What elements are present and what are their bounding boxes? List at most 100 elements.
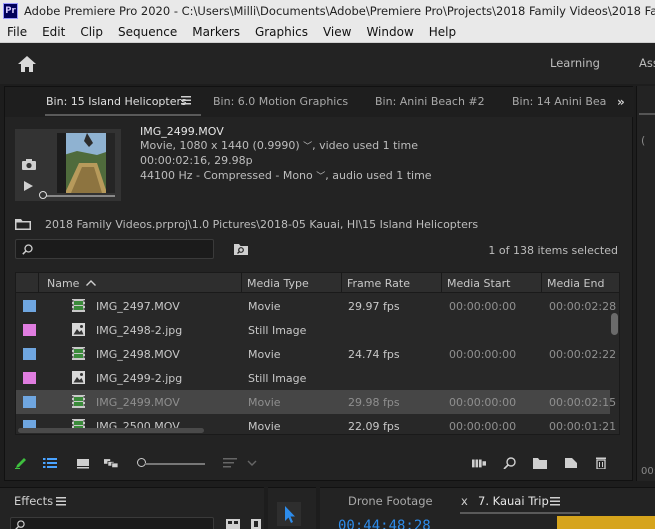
thumbnail-image: [57, 133, 115, 193]
close-tab-icon[interactable]: x: [461, 494, 468, 508]
menu-edit[interactable]: Edit: [35, 25, 73, 39]
media-type-cell: Movie: [248, 420, 281, 433]
menu-window[interactable]: Window: [359, 25, 421, 39]
play-icon[interactable]: [24, 181, 33, 191]
column-separator[interactable]: [441, 273, 442, 293]
panel-menu-icon[interactable]: [56, 497, 66, 506]
panel-menu-icon[interactable]: [181, 96, 191, 105]
tab-kauai-trip[interactable]: 7. Kauai Trip: [478, 494, 549, 508]
column-media-end[interactable]: Media End: [547, 277, 604, 290]
still-image-icon: [72, 323, 85, 336]
workspace-assembly-tab[interactable]: Ass: [639, 56, 655, 70]
menu-view[interactable]: View: [316, 25, 359, 39]
playhead-timecode[interactable]: 00:44:48:28: [338, 518, 431, 529]
label-color-swatch[interactable]: [23, 372, 36, 384]
chevron-down-icon[interactable]: [245, 457, 259, 469]
menu-help[interactable]: Help: [422, 25, 464, 39]
new-bin-icon[interactable]: [533, 457, 547, 469]
bin-search-input[interactable]: [15, 239, 214, 259]
title-bar: Pr Adobe Premiere Pro 2020 - C:\Users\Mi…: [0, 0, 655, 22]
media-start-cell: 00:00:00:00: [449, 300, 517, 313]
column-media-start[interactable]: Media Start: [447, 277, 510, 290]
workspace-learning-tab[interactable]: Learning: [550, 56, 600, 70]
tab-bin-15-island-helicopters[interactable]: Bin: 15 Island Helicopters: [46, 95, 187, 108]
media-end-cell: 00:00:02:15: [549, 396, 617, 409]
new-item-icon[interactable]: [564, 457, 578, 469]
label-color-swatch[interactable]: [23, 324, 36, 336]
column-media-type[interactable]: Media Type: [247, 277, 309, 290]
menu-clip[interactable]: Clip: [73, 25, 111, 39]
freeform-view-icon[interactable]: [104, 457, 118, 469]
home-icon[interactable]: [16, 54, 38, 74]
menu-sequence[interactable]: Sequence: [111, 25, 185, 39]
frame-rate-cell: 24.74 fps: [348, 348, 400, 361]
premiere-app-icon: Pr: [3, 3, 18, 19]
label-color-swatch[interactable]: [23, 348, 36, 360]
find-icon[interactable]: [503, 457, 517, 469]
menu-graphics[interactable]: Graphics: [248, 25, 316, 39]
tab-bin-anini-beach-2[interactable]: Bin: Anini Beach #2: [375, 95, 485, 108]
write-protect-pencil-icon[interactable]: [15, 457, 29, 469]
workspace-bar: Learning Ass: [0, 43, 655, 84]
project-bin-panel: Bin: 15 Island Helicopters Bin: 6.0 Moti…: [4, 86, 634, 481]
media-start-cell: 00:00:00:00: [449, 396, 517, 409]
search-icon: [22, 244, 33, 255]
clip-name-cell: IMG_2497.MOV: [96, 300, 180, 313]
column-separator[interactable]: [38, 273, 39, 293]
folder-up-icon[interactable]: [15, 218, 31, 230]
vertical-scrollbar[interactable]: [611, 313, 618, 335]
horizontal-scrollbar[interactable]: [18, 428, 204, 433]
table-row[interactable]: IMG_2499-2.jpg Still Image: [16, 366, 610, 390]
column-frame-rate[interactable]: Frame Rate: [347, 277, 410, 290]
active-tab-indicator: [45, 114, 201, 116]
media-type-cell: Movie: [248, 348, 281, 361]
table-row[interactable]: IMG_2497.MOV Movie 29.97 fps 00:00:00:00 00:…: [16, 294, 616, 318]
tab-drone-footage[interactable]: Drone Footage: [348, 494, 433, 508]
selection-arrow-icon: [285, 506, 295, 523]
list-view-icon[interactable]: [43, 457, 57, 469]
window-title: Adobe Premiere Pro 2020 - C:\Users\Milli…: [24, 4, 655, 18]
table-row[interactable]: IMG_2498.MOV Movie 24.74 fps 00:00:00:00 00:…: [16, 342, 616, 366]
zoom-slider[interactable]: [145, 463, 205, 465]
bin-tabs: Bin: 15 Island Helicopters Bin: 6.0 Moti…: [5, 87, 634, 117]
thumbnail-scrub-bar[interactable]: [43, 195, 115, 197]
sort-icons-icon[interactable]: [223, 457, 237, 469]
selection-tool-button[interactable]: [277, 502, 301, 526]
column-separator[interactable]: [241, 273, 242, 293]
icon-view-icon[interactable]: [76, 457, 90, 469]
clip-video-info: Movie, 1080 x 1440 (0.9990) ﹀, video use…: [140, 139, 418, 153]
column-separator[interactable]: [541, 273, 542, 293]
effects-panel-title[interactable]: Effects: [14, 494, 53, 508]
panel-menu-icon[interactable]: [550, 497, 560, 506]
table-row[interactable]: IMG_2499.MOV Movie 29.98 fps 00:00:00:00 00:…: [16, 390, 616, 414]
timeline-panel: Drone Footage x 7. Kauai Trip 00:44:48:2…: [320, 487, 655, 529]
sort-ascending-icon[interactable]: [86, 280, 96, 286]
table-row[interactable]: IMG_2498-2.jpg Still Image: [16, 318, 610, 342]
effects-search-input[interactable]: [10, 517, 214, 529]
menu-file[interactable]: File: [0, 25, 35, 39]
clip-name-cell: IMG_2499.MOV: [96, 396, 180, 409]
automate-to-sequence-icon[interactable]: [472, 457, 486, 469]
tabs-overflow-icon[interactable]: »: [617, 95, 625, 109]
media-start-cell: 00:00:00:00: [449, 420, 517, 433]
timeline-work-area-bar[interactable]: [557, 516, 655, 529]
chevron-down-icon[interactable]: ﹀: [303, 142, 312, 152]
camera-icon[interactable]: [22, 159, 36, 170]
clip-audio-info: 44100 Hz - Compressed - Mono ﹀, audio us…: [140, 168, 432, 182]
label-color-swatch[interactable]: [23, 300, 36, 312]
new-search-bin-icon[interactable]: [234, 243, 248, 255]
label-color-swatch[interactable]: [23, 396, 36, 408]
menu-markers[interactable]: Markers: [185, 25, 248, 39]
column-name[interactable]: Name: [47, 277, 79, 290]
accelerated-effects-icon[interactable]: [226, 519, 240, 529]
selected-items-count: 1 of 138 items selected: [488, 244, 618, 257]
column-separator[interactable]: [341, 273, 342, 293]
chevron-down-icon[interactable]: ﹀: [316, 172, 325, 182]
trash-icon[interactable]: [594, 457, 608, 469]
tab-bin-motion-graphics[interactable]: Bin: 6.0 Motion Graphics: [213, 95, 348, 108]
tab-bin-14-anini-beach[interactable]: Bin: 14 Anini Bea: [512, 95, 606, 108]
32bit-effects-icon[interactable]: [251, 519, 261, 529]
clip-info: IMG_2499.MOV Movie, 1080 x 1440 (0.9990)…: [140, 125, 432, 184]
search-icon: [15, 520, 25, 529]
thumbnail-scrub-handle[interactable]: [39, 191, 47, 199]
